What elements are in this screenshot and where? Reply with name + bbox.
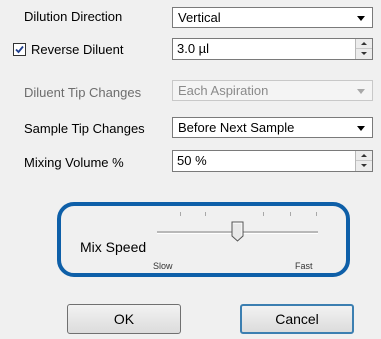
reverse-diluent-volume-input[interactable]: 3.0 µl <box>172 38 373 60</box>
mix-speed-label: Mix Speed <box>80 239 147 255</box>
spinner-buttons <box>355 151 372 171</box>
chevron-down-icon <box>357 126 365 131</box>
mixing-volume-input[interactable]: 50 % <box>172 150 373 172</box>
diluent-tip-changes-value: Each Aspiration <box>178 83 269 98</box>
spin-down-icon[interactable] <box>356 49 372 59</box>
mixing-volume-value: 50 % <box>177 153 207 168</box>
chevron-down-icon <box>357 89 365 94</box>
dilution-direction-label: Dilution Direction <box>24 9 123 24</box>
slider-tick <box>290 212 291 216</box>
chevron-down-icon <box>357 16 365 21</box>
sample-tip-changes-select[interactable]: Before Next Sample <box>172 117 373 138</box>
mixing-volume-label: Mixing Volume % <box>24 155 124 170</box>
reverse-diluent-volume-value: 3.0 µl <box>177 41 210 56</box>
spin-down-icon[interactable] <box>356 161 372 171</box>
spin-up-icon[interactable] <box>356 151 372 161</box>
checkmark-icon <box>15 45 24 54</box>
slider-tick <box>180 212 181 216</box>
cancel-button[interactable]: Cancel <box>240 304 354 334</box>
dilution-direction-value: Vertical <box>178 10 221 25</box>
slow-label: Slow <box>153 261 173 271</box>
spin-up-icon[interactable] <box>356 39 372 49</box>
slider-thumb[interactable] <box>231 221 244 242</box>
spinner-buttons <box>355 39 372 59</box>
reverse-diluent-checkbox[interactable] <box>13 43 26 56</box>
reverse-diluent-label: Reverse Diluent <box>31 42 124 57</box>
sample-tip-changes-label: Sample Tip Changes <box>24 121 145 136</box>
fast-label: Fast <box>295 261 313 271</box>
diluent-tip-changes-label: Diluent Tip Changes <box>24 85 142 100</box>
dilution-direction-select[interactable]: Vertical <box>172 7 373 28</box>
slider-tick <box>263 212 264 216</box>
slider-tick <box>205 212 206 216</box>
sample-tip-changes-value: Before Next Sample <box>178 120 295 135</box>
diluent-tip-changes-select[interactable]: Each Aspiration <box>172 80 373 101</box>
ok-button[interactable]: OK <box>67 304 181 334</box>
slider-tick <box>316 212 317 216</box>
